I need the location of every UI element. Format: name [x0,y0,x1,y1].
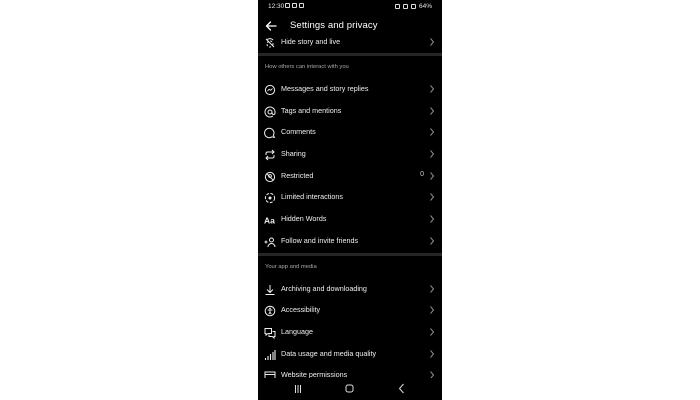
download-icon [264,283,276,295]
alarm-icon [394,4,400,9]
menu-item-label: Tags and mentions [281,106,342,115]
android-nav-bar [258,378,442,400]
menu-item-label: Comments [281,127,316,136]
text-aa-icon: Aa [264,213,276,226]
signal-bars-icon [264,348,276,360]
chevron-right-icon [430,150,435,158]
menu-item-comments[interactable]: Comments [258,122,442,143]
menu-item-restricted[interactable]: Restricted 0 [258,166,442,187]
chevron-right-icon [430,306,435,314]
add-person-icon [264,235,276,248]
recents-icon[interactable] [294,384,302,394]
battery-percent: 64% [418,3,432,10]
nav-back-icon[interactable] [398,383,405,394]
menu-item-data-usage[interactable]: Data usage and media quality [258,344,442,365]
chevron-right-icon [430,285,435,293]
menu-item-label: Messages and story replies [281,84,369,93]
menu-item-tags[interactable]: Tags and mentions [258,101,442,122]
wifi-icon [402,4,408,9]
menu-item-language[interactable]: Language [258,322,442,343]
section-title-interactions: How others can interact with you [265,64,349,70]
messenger-icon [264,83,276,96]
chevron-right-icon [430,215,435,223]
language-icon [264,326,276,340]
chevron-right-icon [430,193,435,201]
menu-item-hidden-words[interactable]: Aa Hidden Words [258,209,442,230]
menu-item-label: Limited interactions [281,192,343,201]
at-icon [264,105,276,118]
menu-item-accessibility[interactable]: Accessibility [258,300,442,321]
limited-icon [264,191,276,204]
repost-icon [264,148,276,161]
status-right: 64% [394,3,432,10]
menu-item-sharing[interactable]: Sharing [258,144,442,165]
svg-text:Aa: Aa [264,216,275,226]
menu-item-label: Data usage and media quality [281,349,377,358]
section-divider [258,253,442,256]
gmail-notification-icon [299,3,304,8]
chevron-right-icon [430,172,435,180]
home-icon[interactable] [345,384,354,393]
section-title-app-media: Your app and media [265,264,317,270]
menu-item-limited[interactable]: Limited interactions [258,187,442,208]
menu-item-label: Hidden Words [281,214,327,223]
menu-item-label: Sharing [281,149,306,158]
page-title: Settings and privacy [290,20,378,31]
restricted-icon [264,170,276,183]
chevron-right-icon [430,38,435,46]
menu-item-label: Accessibility [281,305,321,314]
phone-screen: 12:30 64% Settings and privacy Hide stor… [258,0,442,400]
menu-item-label: Follow and invite friends [281,236,359,245]
status-time: 12:30 [268,3,285,10]
restricted-count: 0 [420,171,424,178]
chevron-right-icon [430,350,435,358]
notification-icons [285,3,304,8]
accessibility-icon [264,304,276,317]
menu-item-messages[interactable]: Messages and story replies [258,79,442,100]
menu-item-label: Restricted [281,171,314,180]
hide-story-icon [264,36,276,48]
message-notification-icon [292,3,297,8]
comment-icon [264,126,276,139]
chevron-right-icon [430,328,435,336]
chevron-right-icon [430,85,435,93]
back-arrow-icon[interactable] [264,19,278,33]
chevron-right-icon [430,128,435,136]
chevron-right-icon [430,107,435,115]
menu-item-hide-story[interactable]: Hide story and live [258,32,442,53]
menu-item-label: Language [281,327,313,336]
chevron-right-icon [430,237,435,245]
status-bar: 12:30 64% [258,0,442,14]
gallery-notification-icon [285,3,290,8]
signal-icon [410,4,416,9]
section-divider [258,53,442,56]
menu-item-label: Hide story and live [281,37,341,46]
menu-item-label: Archiving and downloading [281,284,367,293]
menu-item-follow-invite[interactable]: Follow and invite friends [258,231,442,252]
menu-item-archiving[interactable]: Archiving and downloading [258,279,442,300]
